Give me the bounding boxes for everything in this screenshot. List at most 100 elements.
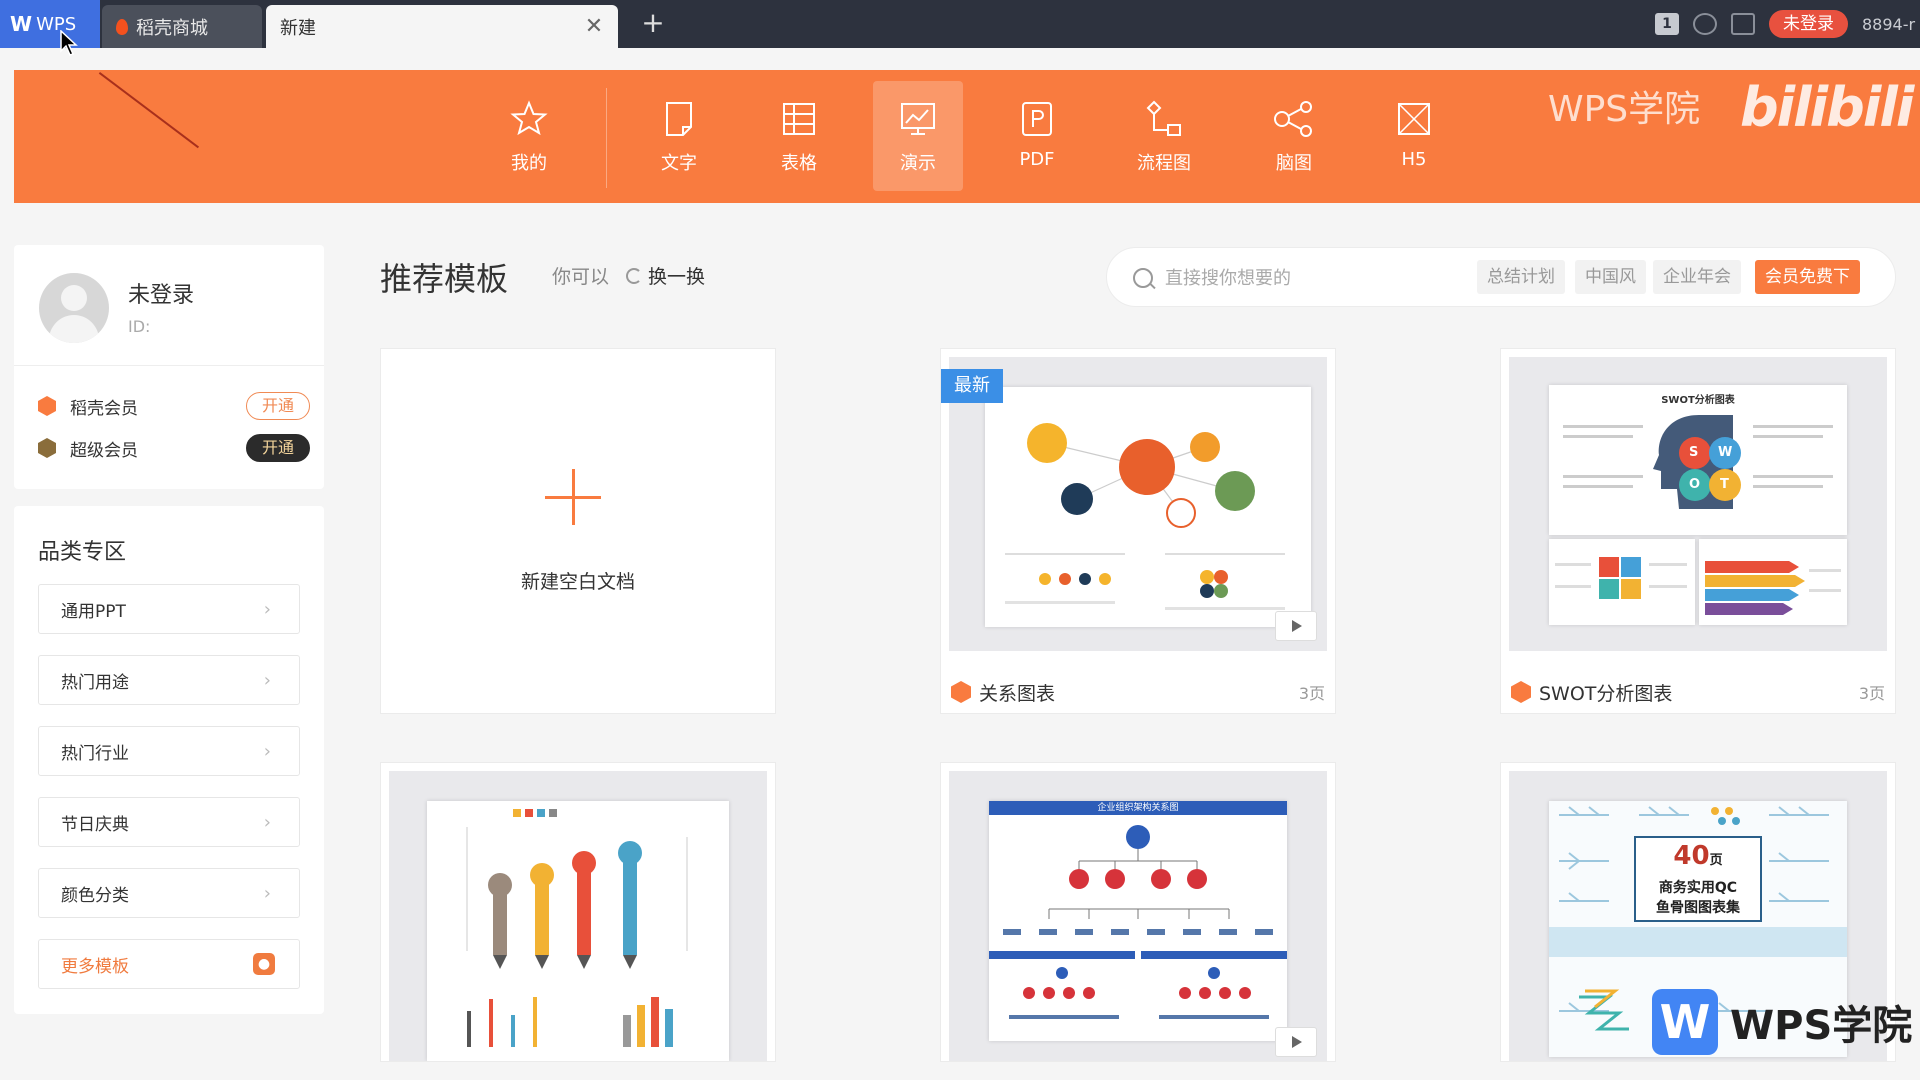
- card-footer: SWOT分析图表 3页: [1511, 679, 1885, 705]
- nav-label: PDF: [1019, 149, 1055, 170]
- category-label: 通用PPT: [61, 601, 126, 622]
- nav-pdf[interactable]: PDF: [992, 81, 1082, 191]
- nav-label: 表格: [781, 153, 817, 174]
- open-super-vip-button[interactable]: 开通: [246, 434, 310, 462]
- close-icon[interactable]: ✕: [582, 15, 606, 39]
- fishbone-title-1: 商务实用QC: [1658, 880, 1738, 896]
- search-tag[interactable]: 总结计划: [1477, 260, 1565, 294]
- skin-icon[interactable]: [1693, 13, 1717, 35]
- nav-spreadsheet[interactable]: 表格: [754, 81, 844, 191]
- presentation-icon: [901, 103, 935, 135]
- workspace-badge-icon[interactable]: 1: [1655, 13, 1679, 35]
- hint-text: 你可以: [552, 266, 610, 288]
- wps-academy-watermark: WPS学院: [1548, 89, 1701, 130]
- card-title: 关系图表: [979, 682, 1056, 705]
- swot-diagram-preview: [1563, 415, 1833, 509]
- category-panel: 品类专区 通用PPT › 热门用途 › 热门行业 › 节日庆典 › 颜色分类 ›…: [14, 506, 324, 1014]
- profile-id: ID:: [128, 317, 151, 336]
- card-title: SWOT分析图表: [1539, 682, 1673, 705]
- avatar[interactable]: [39, 273, 109, 343]
- profile-name[interactable]: 未登录: [128, 277, 194, 309]
- nav-label: 脑图: [1276, 153, 1312, 174]
- tab-wps-home[interactable]: W WPS: [0, 0, 100, 48]
- template-card-relationship[interactable]: 最新 关系图表 3页: [940, 348, 1336, 714]
- nav-writer[interactable]: 文字: [634, 81, 724, 191]
- super-vip-icon: [38, 438, 56, 458]
- card-pages: 3页: [1298, 684, 1325, 703]
- swot-letter: O: [1689, 477, 1701, 492]
- search-tag[interactable]: 企业年会: [1653, 260, 1741, 294]
- chevron-right-icon: ›: [263, 812, 271, 833]
- nav-label: H5: [1401, 149, 1427, 170]
- docer-vip-row: 稻壳会员 开通: [38, 391, 310, 421]
- mouse-cursor-icon: [60, 30, 78, 56]
- nav-mine[interactable]: 我的: [484, 81, 574, 191]
- add-tab-button[interactable]: +: [640, 9, 666, 37]
- nav-mindmap[interactable]: 脑图: [1249, 81, 1339, 191]
- pdf-icon: [1022, 102, 1052, 136]
- category-label: 热门用途: [61, 672, 129, 693]
- profile-card: 未登录 ID: 稻壳会员 开通 超级会员 开通: [14, 245, 324, 489]
- category-item-festivals[interactable]: 节日庆典 ›: [38, 797, 300, 847]
- wps-academy-logo: W WPS学院: [1652, 982, 1920, 1062]
- swot-letter: S: [1689, 445, 1699, 460]
- table-icon: [783, 103, 815, 135]
- play-preview-button[interactable]: [1275, 611, 1317, 641]
- chevron-right-icon: ›: [263, 599, 271, 620]
- refresh-label: 换一换: [648, 266, 706, 288]
- category-item-popular-use[interactable]: 热门用途 ›: [38, 655, 300, 705]
- template-card-pencil-chart[interactable]: [380, 762, 776, 1062]
- fishbone-pages: 40页: [1635, 841, 1761, 871]
- template-card-org-chart[interactable]: 企业组织架构关系图: [940, 762, 1336, 1062]
- user-code: 8894-r: [1862, 14, 1916, 34]
- title-bar: W WPS 稻壳商城 新建 ✕ + 1 未登录 8894-r: [0, 0, 1920, 48]
- wps-logo-icon: W: [1652, 989, 1718, 1055]
- wps-logo-icon: W: [10, 12, 33, 36]
- category-label: 颜色分类: [61, 885, 129, 906]
- nav-h5[interactable]: H5: [1369, 81, 1459, 191]
- login-button[interactable]: 未登录: [1769, 10, 1848, 38]
- play-preview-button[interactable]: [1275, 1027, 1317, 1057]
- message-icon[interactable]: [1731, 13, 1755, 35]
- nav-label: 文字: [661, 153, 697, 174]
- category-item-colors[interactable]: 颜色分类 ›: [38, 868, 300, 918]
- template-card-swot[interactable]: SWOT分析图表 S W O T SWOT分析图表 3页: [1500, 348, 1896, 714]
- org-chart-preview: [989, 825, 1287, 1019]
- open-docer-vip-button[interactable]: 开通: [246, 392, 310, 420]
- refresh-icon: [626, 267, 642, 284]
- search-icon: [1133, 268, 1153, 288]
- docer-flame-icon: ●: [253, 953, 275, 975]
- nav-flowchart[interactable]: 流程图: [1119, 81, 1209, 191]
- chevron-right-icon: ›: [263, 670, 271, 691]
- search-tag[interactable]: 中国风: [1575, 260, 1646, 294]
- new-blank-document-card[interactable]: 新建空白文档: [380, 348, 776, 714]
- card-title: 新建空白文档: [520, 571, 635, 593]
- docer-icon: [951, 681, 971, 703]
- more-templates-button[interactable]: 更多模板 ●: [38, 939, 300, 989]
- nav-divider: [606, 88, 607, 188]
- newest-badge: 最新: [941, 369, 1003, 403]
- category-label: 热门行业: [61, 743, 129, 764]
- h5-icon: [1398, 103, 1430, 135]
- section-title: 推荐模板: [380, 260, 509, 298]
- divider: [14, 365, 324, 366]
- nav-presentation[interactable]: 演示: [873, 81, 963, 191]
- category-item-popular-industry[interactable]: 热门行业 ›: [38, 726, 300, 776]
- category-title: 品类专区: [38, 540, 127, 565]
- app-type-banner: 我的 文字 表格 演示 PDF 流程图 脑图 H5 WPS学院 bilibili: [14, 70, 1920, 203]
- refresh-button[interactable]: 换一换: [626, 262, 705, 289]
- nav-label: 演示: [900, 153, 936, 174]
- search-input[interactable]: [1163, 262, 1467, 294]
- template-search-box: 总结计划 中国风 企业年会 会员免费下: [1106, 247, 1896, 307]
- pencil-infographic-preview: [466, 809, 688, 1047]
- tab-label: 新建: [280, 17, 316, 39]
- category-item-general-ppt[interactable]: 通用PPT ›: [38, 584, 300, 634]
- tab-docer-shop[interactable]: 稻壳商城: [102, 5, 262, 48]
- academy-text: WPS学院: [1730, 1003, 1913, 1049]
- docer-icon: [1511, 681, 1531, 703]
- document-icon: [666, 102, 692, 136]
- flame-icon: [116, 18, 128, 35]
- tab-new[interactable]: 新建 ✕: [266, 5, 618, 48]
- vip-free-tag[interactable]: 会员免费下: [1755, 260, 1860, 294]
- vip-label: 超级会员: [70, 440, 138, 461]
